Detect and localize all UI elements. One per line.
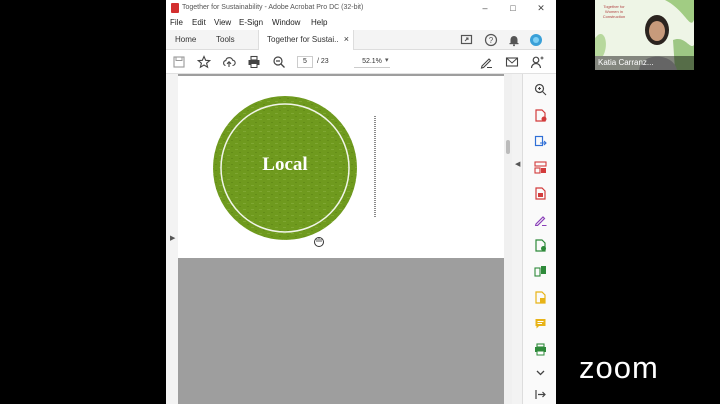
expand-left-panel-icon[interactable]: ▶ (170, 234, 175, 242)
bookmark-star-icon[interactable] (197, 55, 211, 69)
protect-pdf-icon[interactable] (534, 291, 547, 304)
close-window-button[interactable]: ✕ (534, 2, 548, 14)
collapse-pane-icon[interactable] (534, 388, 547, 401)
tools-pane (522, 74, 556, 404)
notifications-bell-icon[interactable] (507, 33, 521, 47)
tab-bar: Home Tools Together for Sustai... × ? (166, 30, 556, 50)
participant-name: Katia Carranz... (595, 56, 694, 70)
sign-pen-icon[interactable] (479, 55, 493, 69)
scrollbar-thumb[interactable] (506, 140, 510, 154)
menu-bar: File Edit View E-Sign Window Help (166, 17, 556, 30)
email-icon[interactable] (505, 55, 519, 69)
organize-pages-icon[interactable] (534, 161, 547, 174)
svg-text:?: ? (489, 36, 494, 45)
acrobat-window: Together for Sustainability - Adobe Acro… (166, 0, 556, 404)
pdf-page[interactable]: Local (178, 76, 504, 258)
page-total: / 23 (317, 58, 329, 65)
title-bar: Together for Sustainability - Adobe Acro… (166, 0, 556, 17)
help-icon[interactable]: ? (484, 33, 498, 47)
chevron-down-icon[interactable] (534, 366, 547, 379)
page-number-input[interactable]: 5 (297, 56, 313, 68)
print-icon[interactable] (247, 55, 261, 69)
menu-file[interactable]: File (170, 18, 183, 27)
edit-pdf-icon[interactable] (534, 187, 547, 200)
acrobat-app-icon (171, 3, 179, 13)
comment-icon[interactable] (534, 317, 547, 330)
zoom-out-icon[interactable] (272, 55, 286, 69)
cloud-upload-icon[interactable] (222, 55, 236, 69)
chevron-down-icon[interactable]: ▾ (385, 56, 389, 64)
zoom-logo: zoom (579, 350, 659, 385)
add-user-icon[interactable] (530, 55, 544, 69)
main-toolbar: 5 / 23 52.1% ▾ (166, 50, 556, 74)
participant-logo-line-3: Construction (602, 14, 626, 19)
menu-esign[interactable]: E-Sign (239, 18, 263, 27)
tab-home[interactable]: Home (175, 35, 196, 44)
export-pdf-icon[interactable] (534, 135, 547, 148)
menu-edit[interactable]: Edit (192, 18, 206, 27)
compare-files-icon[interactable] (534, 265, 547, 278)
menu-view[interactable]: View (214, 18, 231, 27)
maximize-button[interactable]: □ (506, 2, 520, 14)
local-badge-graphic (213, 96, 376, 247)
circle-label: Local (262, 154, 308, 175)
share-screen-icon[interactable] (460, 33, 474, 47)
tab-document[interactable]: Together for Sustai... × (258, 30, 354, 50)
fill-sign-icon[interactable] (534, 213, 547, 226)
participant-logo: Together for Women in Construction (599, 4, 629, 19)
participant-video-tile[interactable]: Together for Women in Construction Katia… (595, 0, 694, 70)
minimize-button[interactable]: – (478, 2, 492, 14)
left-panel-collapsed: ▶ (166, 74, 178, 404)
account-avatar-icon[interactable] (529, 33, 543, 47)
tab-document-label: Together for Sustai... (267, 35, 339, 44)
create-pdf-icon[interactable] (534, 109, 547, 122)
print-production-icon[interactable] (534, 343, 547, 356)
menu-help[interactable]: Help (311, 18, 327, 27)
collapse-right-panel-icon[interactable]: ◀ (515, 160, 520, 168)
screen: Together for Sustainability - Adobe Acro… (0, 0, 720, 404)
hand-cursor-icon (314, 237, 324, 247)
vertical-scrollbar[interactable] (504, 74, 512, 404)
send-for-review-icon[interactable] (534, 239, 547, 252)
menu-window[interactable]: Window (272, 18, 300, 27)
window-title: Together for Sustainability - Adobe Acro… (182, 4, 364, 11)
search-zoom-icon[interactable] (534, 83, 547, 96)
close-tab-icon[interactable]: × (344, 34, 349, 44)
tab-tools[interactable]: Tools (216, 35, 235, 44)
save-icon[interactable] (172, 55, 186, 69)
